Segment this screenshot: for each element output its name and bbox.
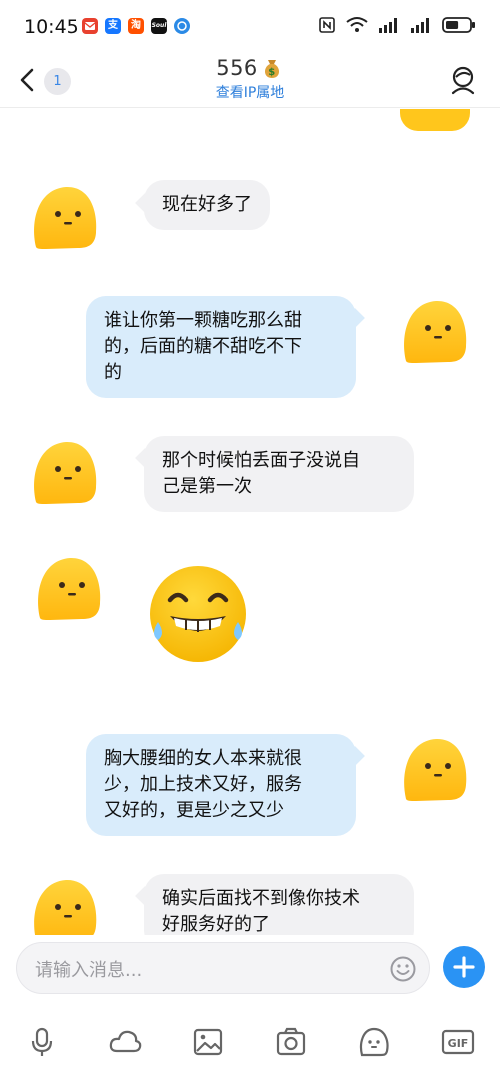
nfc-icon [319,17,335,33]
message-line: 己是第一次 [162,476,252,497]
my-avatar[interactable] [398,295,470,367]
bottom-toolbar: GIF [0,1020,500,1064]
plus-icon [453,956,475,978]
cloud-icon[interactable] [107,1024,143,1060]
message-bubble[interactable]: 确实后面找不到像你技术 好服务好的了 [144,874,414,935]
message-line: 又好的，更是少之又少 [104,800,284,821]
message-line: 的 [104,362,122,383]
message-input[interactable]: 请输入消息... [16,942,430,994]
emoji-face-icon[interactable] [356,1024,392,1060]
message-line: 确实后面找不到像你技术 [162,888,360,909]
my-avatar[interactable] [398,733,470,805]
battery-icon [442,17,475,33]
emoji-icon[interactable] [389,955,417,983]
soul-app-icon: Soul [151,18,167,34]
status-time: 10:45 [24,16,79,38]
input-placeholder: 请输入消息... [35,960,143,981]
contact-avatar[interactable] [28,436,100,508]
gif-icon[interactable]: GIF [440,1024,476,1060]
image-icon[interactable] [190,1024,226,1060]
plus-button[interactable] [443,946,485,988]
taobao-app-icon: 淘 [128,18,144,34]
message-line: 那个时候怕丢面子没说自 [162,450,360,471]
mail-app-icon [82,18,98,34]
message-line: 好服务好的了 [162,914,270,935]
message-bubble[interactable]: 现在好多了 [144,180,270,230]
contact-name: 556 [216,56,258,80]
signal-icon-1 [379,18,397,33]
profile-icon[interactable] [448,64,478,96]
contact-avatar[interactable] [28,181,100,253]
message-bubble[interactable]: 那个时候怕丢面子没说自 己是第一次 [144,436,414,512]
contact-avatar[interactable] [32,552,104,624]
alipay-app-icon: 支 [105,18,121,34]
message-line: 的，后面的糖不甜吃不下 [104,336,302,357]
svg-text:$: $ [268,67,275,78]
message-line: 谁让你第一颗糖吃那么甜 [104,310,302,331]
contact-avatar[interactable] [28,874,100,935]
signal-icon-2 [411,18,429,33]
camera-icon[interactable] [273,1024,309,1060]
message-line: 少，加上技术又好，服务 [104,774,302,795]
message-bubble[interactable]: 谁让你第一颗糖吃那么甜 的，后面的糖不甜吃不下 的 [86,296,356,398]
message-list[interactable]: 现在好多了 谁让你第一颗糖吃那么甜 的，后面的糖不甜吃不下 的 那个时候怕丢面子… [0,109,500,935]
svg-text:GIF: GIF [448,1037,469,1050]
message-text: 现在好多了 [162,194,252,215]
view-ip-location-link[interactable]: 查看IP属地 [0,82,500,102]
chat-title: 556 $ [216,56,284,80]
laughing-tears-sticker[interactable] [144,564,252,664]
message-bubble[interactable]: 胸大腰细的女人本来就很 少，加上技术又好，服务 又好的，更是少之又少 [86,734,356,836]
browser-app-icon [174,18,190,34]
microphone-icon[interactable] [24,1024,60,1060]
money-bag-icon: $ [264,60,279,78]
system-status-icons [318,16,476,34]
partial-sticker [400,109,470,131]
status-bar: 10:45 支 淘 Soul [0,0,500,52]
notification-app-icons: 支 淘 Soul [82,18,190,34]
chat-header: 1 556 $ 查看IP属地 [0,52,500,108]
message-line: 胸大腰细的女人本来就很 [104,748,302,769]
chat-title-area[interactable]: 556 $ 查看IP属地 [0,56,500,102]
wifi-icon [346,17,368,32]
input-bar: 请输入消息... [0,936,500,1002]
